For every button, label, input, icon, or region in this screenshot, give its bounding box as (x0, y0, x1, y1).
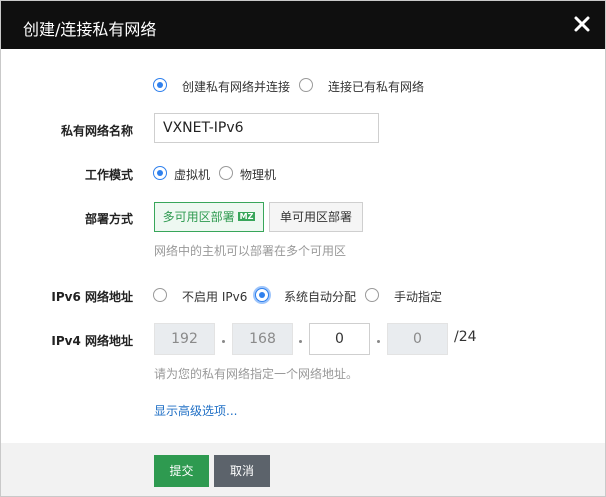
radio-connect-existing-vxnet[interactable] (299, 78, 313, 92)
ipv4-octet-3[interactable]: 0 (309, 323, 370, 355)
name-field-label: 私有网络名称 (60, 124, 133, 138)
ipv4-octet-2[interactable]: 168 (232, 323, 293, 355)
radio-create-new-vxnet[interactable] (153, 78, 167, 92)
multi-zone-deploy-button[interactable]: 多可用区部署 MZ (154, 202, 264, 232)
create-vxnet-dialog: 创建/连接私有网络 创建私有网络并连接 连接已有私有网络 私有网络名称 VXNE… (0, 0, 606, 497)
multi-zone-deploy-label: 多可用区部署 (162, 210, 235, 224)
radio-label-physical-machine: 物理机 (240, 168, 277, 182)
ipv4-dot (299, 340, 302, 343)
radio-label-ipv6-auto: 系统自动分配 (284, 290, 357, 304)
radio-ipv6-disabled[interactable] (153, 288, 167, 302)
ipv4-label: IPv4 网络地址 (51, 334, 133, 348)
ipv4-hint: 请为您的私有网络指定一个网络地址。 (154, 367, 359, 381)
dialog-titlebar: 创建/连接私有网络 (1, 1, 605, 49)
ipv4-octet-1[interactable]: 192 (154, 323, 215, 355)
single-zone-deploy-label: 单可用区部署 (279, 210, 352, 224)
ipv4-prefix-suffix: /24 (454, 329, 477, 345)
radio-label-ipv6-manual: 手动指定 (394, 290, 443, 304)
work-mode-label: 工作模式 (84, 168, 133, 182)
dialog-title: 创建/连接私有网络 (23, 20, 157, 39)
ipv4-dot (377, 340, 380, 343)
ipv6-label: IPv6 网络地址 (51, 290, 133, 304)
deploy-mode-label: 部署方式 (84, 212, 133, 226)
dialog-body: 创建私有网络并连接 连接已有私有网络 私有网络名称 VXNET-IPv6 工作模… (1, 49, 605, 443)
deploy-hint: 网络中的主机可以部署在多个可用区 (154, 244, 347, 258)
cancel-button[interactable]: 取消 (214, 455, 270, 487)
radio-ipv6-auto[interactable] (255, 288, 269, 302)
radio-label-connect-existing: 连接已有私有网络 (328, 80, 425, 94)
single-zone-deploy-button[interactable]: 单可用区部署 (269, 202, 363, 232)
radio-physical-machine[interactable] (219, 166, 233, 180)
radio-virtual-machine[interactable] (153, 166, 167, 180)
show-advanced-options-link[interactable]: 显示高级选项... (154, 402, 237, 419)
ipv4-dot (222, 340, 225, 343)
radio-ipv6-manual[interactable] (365, 288, 379, 302)
vxnet-name-input[interactable]: VXNET-IPv6 (154, 113, 379, 143)
ipv4-octet-4[interactable]: 0 (387, 323, 448, 355)
radio-label-create-new: 创建私有网络并连接 (182, 80, 291, 94)
dialog-footer: 提交 取消 (1, 443, 605, 496)
radio-label-ipv6-disabled: 不启用 IPv6 (182, 290, 248, 304)
mz-badge: MZ (237, 212, 256, 221)
radio-label-virtual-machine: 虚拟机 (174, 168, 211, 182)
submit-button[interactable]: 提交 (154, 455, 209, 487)
close-icon[interactable] (571, 13, 593, 35)
